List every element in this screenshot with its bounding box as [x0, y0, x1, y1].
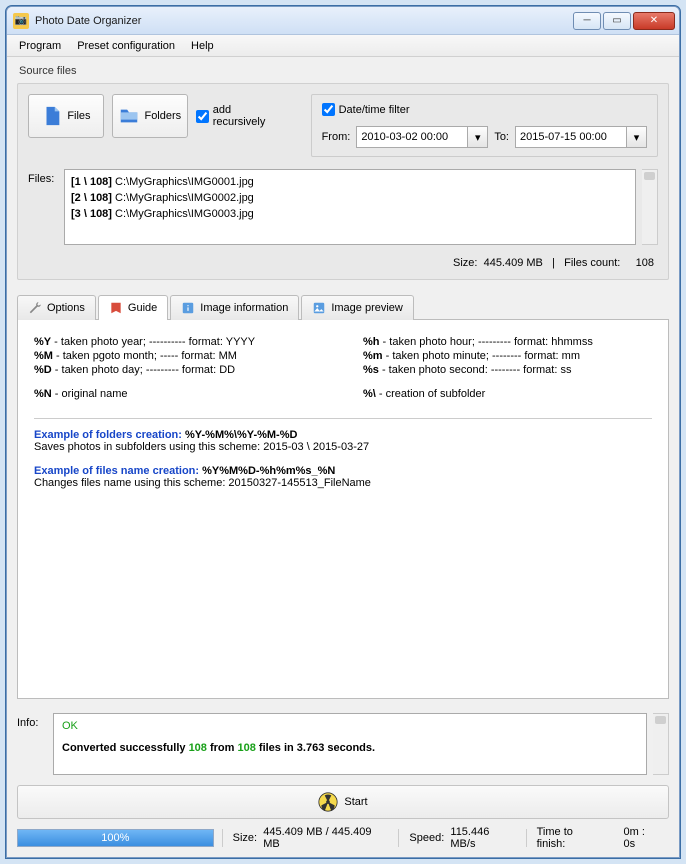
tab-image-preview[interactable]: Image preview: [301, 295, 414, 320]
guide-icon: [109, 301, 123, 315]
info-message: Converted successfully 108 from 108 file…: [62, 742, 638, 754]
to-date-input[interactable]: [515, 126, 627, 148]
files-scrollbar[interactable]: [642, 169, 658, 245]
menubar: Program Preset configuration Help: [7, 35, 679, 57]
files-listbox[interactable]: [1 \ 108] C:\MyGraphics\IMG0001.jpg [2 \…: [64, 169, 636, 245]
minimize-button[interactable]: ─: [573, 12, 601, 30]
tab-guide[interactable]: Guide: [98, 295, 168, 320]
date-filter-label: Date/time filter: [339, 104, 410, 116]
source-stats: Size: 445.409 MB | Files count: 108: [28, 257, 658, 269]
radioactive-icon: [318, 792, 338, 812]
from-date-dropdown[interactable]: ▾: [468, 126, 488, 148]
progress-bar: 100%: [17, 829, 214, 847]
wrench-icon: [28, 301, 42, 315]
source-files-label: Source files: [19, 65, 669, 77]
progress-percent: 100%: [18, 830, 213, 846]
status-bar: 100% Size: 445.409 MB / 445.409 MB Speed…: [17, 829, 669, 847]
to-date-dropdown[interactable]: ▾: [627, 126, 647, 148]
date-filter-panel: Date/time filter From: ▾ To: ▾: [311, 94, 658, 157]
window-title: Photo Date Organizer: [35, 15, 573, 27]
info-scrollbar[interactable]: [653, 713, 669, 775]
start-label: Start: [344, 796, 367, 808]
folder-icon: [118, 105, 140, 127]
list-item: [3 \ 108] C:\MyGraphics\IMG0003.jpg: [71, 206, 629, 222]
maximize-button[interactable]: ▭: [603, 12, 631, 30]
to-label: To:: [494, 131, 509, 143]
info-ok: OK: [62, 720, 638, 732]
app-icon: 📷: [13, 13, 29, 29]
from-date-input[interactable]: [356, 126, 468, 148]
add-recursively-label: add recursively: [213, 104, 287, 128]
add-recursively-checkbox[interactable]: [196, 110, 209, 123]
info-box: OK Converted successfully 108 from 108 f…: [53, 713, 647, 775]
files-list-label: Files:: [28, 169, 58, 245]
info-label: Info:: [17, 713, 47, 775]
files-icon: [41, 105, 63, 127]
menu-preset-configuration[interactable]: Preset configuration: [69, 37, 183, 55]
folders-button-label: Folders: [144, 110, 181, 122]
info-icon: [181, 301, 195, 315]
menu-help[interactable]: Help: [183, 37, 222, 55]
add-folders-button[interactable]: Folders: [112, 94, 188, 138]
close-button[interactable]: ✕: [633, 12, 675, 30]
list-item: [2 \ 108] C:\MyGraphics\IMG0002.jpg: [71, 190, 629, 206]
preview-icon: [312, 301, 326, 315]
tab-image-information[interactable]: Image information: [170, 295, 299, 320]
list-item: [1 \ 108] C:\MyGraphics\IMG0001.jpg: [71, 174, 629, 190]
menu-program[interactable]: Program: [11, 37, 69, 55]
from-label: From:: [322, 131, 351, 143]
titlebar: 📷 Photo Date Organizer ─ ▭ ✕: [7, 7, 679, 35]
source-panel: Files Folders add recursively Date/time: [17, 83, 669, 280]
add-files-button[interactable]: Files: [28, 94, 104, 138]
files-button-label: Files: [67, 110, 90, 122]
date-filter-checkbox[interactable]: [322, 103, 335, 116]
guide-panel: %Y - taken photo year; ---------- format…: [17, 319, 669, 699]
start-button[interactable]: Start: [17, 785, 669, 819]
tab-options[interactable]: Options: [17, 295, 96, 320]
